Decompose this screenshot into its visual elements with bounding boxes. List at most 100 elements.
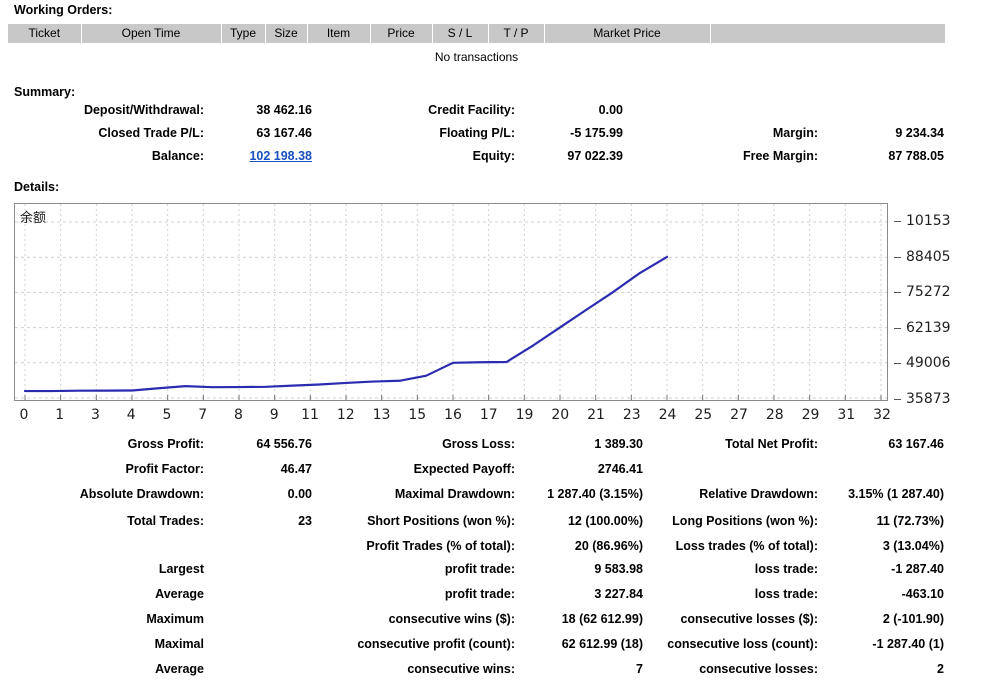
largest-profit-trade-value: 9 583.98: [594, 562, 643, 576]
total-trades-value: 23: [298, 514, 312, 528]
y-axis-tick-label: 88405: [906, 248, 951, 265]
profit-trades-value: 20 (86.96%): [574, 539, 643, 553]
chart-legend-label: 余额: [20, 211, 47, 226]
balance-label: Balance:: [151, 149, 204, 163]
long-positions-value: 11 (72.73%): [876, 514, 944, 528]
chart-plot-area: 余额: [14, 203, 888, 401]
column-header-sl[interactable]: S / L: [432, 24, 489, 44]
largest-loss-trade-label: loss trade:: [754, 562, 818, 576]
x-axis-tick-label: 20: [551, 407, 570, 423]
short-positions-label: Short Positions (won %):: [367, 514, 515, 528]
margin-label: Margin:: [772, 126, 818, 140]
balance-value-link[interactable]: 102 198.38: [212, 149, 312, 163]
x-axis-tick-label: 31: [837, 407, 856, 423]
x-axis-tick-label: 4: [126, 407, 136, 423]
stats-row: Absolute Drawdown: 0.00 Maximal Drawdown…: [0, 487, 1000, 512]
average-profit-trade-label: profit trade:: [444, 587, 515, 601]
absolute-drawdown-value: 0.00: [287, 487, 312, 501]
deposit-withdrawal-value: 38 462.16: [256, 103, 312, 117]
x-axis-tick-label: 21: [587, 407, 605, 423]
gross-profit-label: Gross Profit:: [127, 437, 204, 451]
maximal-drawdown-value: 1 287.40 (3.15%): [547, 487, 643, 501]
y-axis-tick-mark: [894, 327, 901, 329]
x-axis-tick-label: 24: [658, 407, 677, 423]
y-axis-tick-mark: [894, 398, 901, 400]
x-axis-tick-label: 11: [301, 407, 319, 423]
deposit-withdrawal-label: Deposit/Withdrawal:: [83, 103, 204, 117]
chart-canvas: [15, 204, 887, 400]
column-header-tp[interactable]: T / P: [488, 24, 545, 44]
x-axis-tick-label: 5: [162, 407, 172, 423]
profit-factor-value: 46.47: [280, 462, 312, 476]
x-axis-tick-label: 17: [479, 407, 498, 423]
summary-title: Summary:: [14, 85, 76, 99]
x-axis-tick-label: 7: [198, 407, 208, 423]
largest-profit-trade-label: profit trade:: [444, 562, 515, 576]
x-axis-tick-label: 12: [336, 407, 355, 423]
column-header-market-price[interactable]: Market Price: [544, 24, 711, 44]
y-axis-tick-mark: [894, 363, 901, 365]
y-axis-tick-label: 49006: [906, 355, 951, 372]
grid-vertical-lines: [24, 204, 882, 400]
floating-pl-label: Floating P/L:: [439, 126, 515, 140]
summary-grid: Deposit/Withdrawal: 38 462.16 Credit Fac…: [0, 103, 1000, 172]
maximum-label: Maximum: [146, 612, 204, 626]
max-consecutive-wins-label: consecutive wins ($):: [388, 612, 515, 626]
y-axis-tick-label: 10153: [906, 213, 951, 230]
summary-row: Deposit/Withdrawal: 38 462.16 Credit Fac…: [0, 103, 1000, 126]
loss-trades-value: 3 (13.04%): [882, 539, 944, 553]
x-axis-tick-label: 3: [91, 407, 100, 423]
expected-payoff-value: 2746.41: [597, 462, 643, 476]
column-header-item[interactable]: Item: [307, 24, 371, 44]
stats-row: Average profit trade: 3 227.84 loss trad…: [0, 587, 1000, 612]
stats-row: Average consecutive wins: 7 consecutive …: [0, 662, 1000, 687]
column-header-open-time[interactable]: Open Time: [81, 24, 222, 44]
expected-payoff-label: Expected Payoff:: [413, 462, 515, 476]
table-header-row: Ticket Open Time Type Size Item Price S …: [8, 24, 945, 44]
details-title: Details:: [14, 180, 60, 194]
short-positions-value: 12 (100.00%): [567, 514, 643, 528]
largest-label: Largest: [158, 562, 204, 576]
closed-trade-pl-value: 63 167.46: [256, 126, 312, 140]
average-loss-trade-value: -463.10: [901, 587, 944, 601]
average-loss-trade-label: loss trade:: [754, 587, 818, 601]
maximal-label: Maximal: [154, 637, 204, 651]
x-axis-tick-label: 16: [444, 407, 462, 423]
max-consecutive-losses-value: 2 (-101.90): [882, 612, 944, 626]
max-consecutive-wins-value: 18 (62 612.99): [561, 612, 643, 626]
column-header-price[interactable]: Price: [370, 24, 433, 44]
x-axis-tick-label: 15: [408, 407, 427, 423]
y-axis-tick-mark: [894, 221, 901, 223]
grid-horizontal-lines: [15, 221, 887, 399]
stats-row: Gross Profit: 64 556.76 Gross Loss: 1 38…: [0, 437, 1000, 462]
column-header-spacer: [710, 24, 945, 44]
absolute-drawdown-label: Absolute Drawdown:: [79, 487, 204, 501]
column-header-type[interactable]: Type: [221, 24, 266, 44]
average-consecutive-wins-label: consecutive wins:: [407, 662, 515, 676]
x-axis: 0 1 3 4 5 7 8 9 11 12 13 15 16 17 19 20 21 23 24 25 27 28 29 31…: [14, 403, 891, 427]
average-consecutive-losses-value: 2: [937, 662, 944, 676]
x-axis-tick-label: 28: [765, 407, 784, 423]
average-consecutive-wins-value: 7: [636, 662, 643, 676]
x-axis-tick-label: 23: [622, 407, 641, 423]
x-axis-tick-label: 9: [269, 407, 279, 423]
average-profit-trade-value: 3 227.84: [594, 587, 643, 601]
margin-value: 9 234.34: [895, 126, 944, 140]
largest-loss-trade-value: -1 287.40: [891, 562, 944, 576]
column-header-size[interactable]: Size: [265, 24, 308, 44]
credit-facility-value: 0.00: [598, 103, 623, 117]
total-net-profit-value: 63 167.46: [888, 437, 944, 451]
column-header-ticket[interactable]: Ticket: [8, 24, 82, 44]
closed-trade-pl-label: Closed Trade P/L:: [98, 126, 204, 140]
stats-extremes-block: Largest profit trade: 9 583.98 loss trad…: [0, 562, 1000, 687]
y-axis-tick-mark: [894, 256, 901, 258]
working-orders-table: Ticket Open Time Type Size Item Price S …: [8, 24, 945, 44]
stats-main-block: Gross Profit: 64 556.76 Gross Loss: 1 38…: [0, 437, 1000, 512]
stats-row: Maximal consecutive profit (count): 62 6…: [0, 637, 1000, 662]
max-consecutive-losses-label: consecutive losses ($):: [680, 612, 818, 626]
x-axis-tick-label: 1: [55, 407, 65, 423]
equity-value: 97 022.39: [567, 149, 623, 163]
no-transactions-message: No transactions: [434, 50, 519, 64]
floating-pl-value: -5 175.99: [570, 126, 623, 140]
stats-row: Largest profit trade: 9 583.98 loss trad…: [0, 562, 1000, 587]
